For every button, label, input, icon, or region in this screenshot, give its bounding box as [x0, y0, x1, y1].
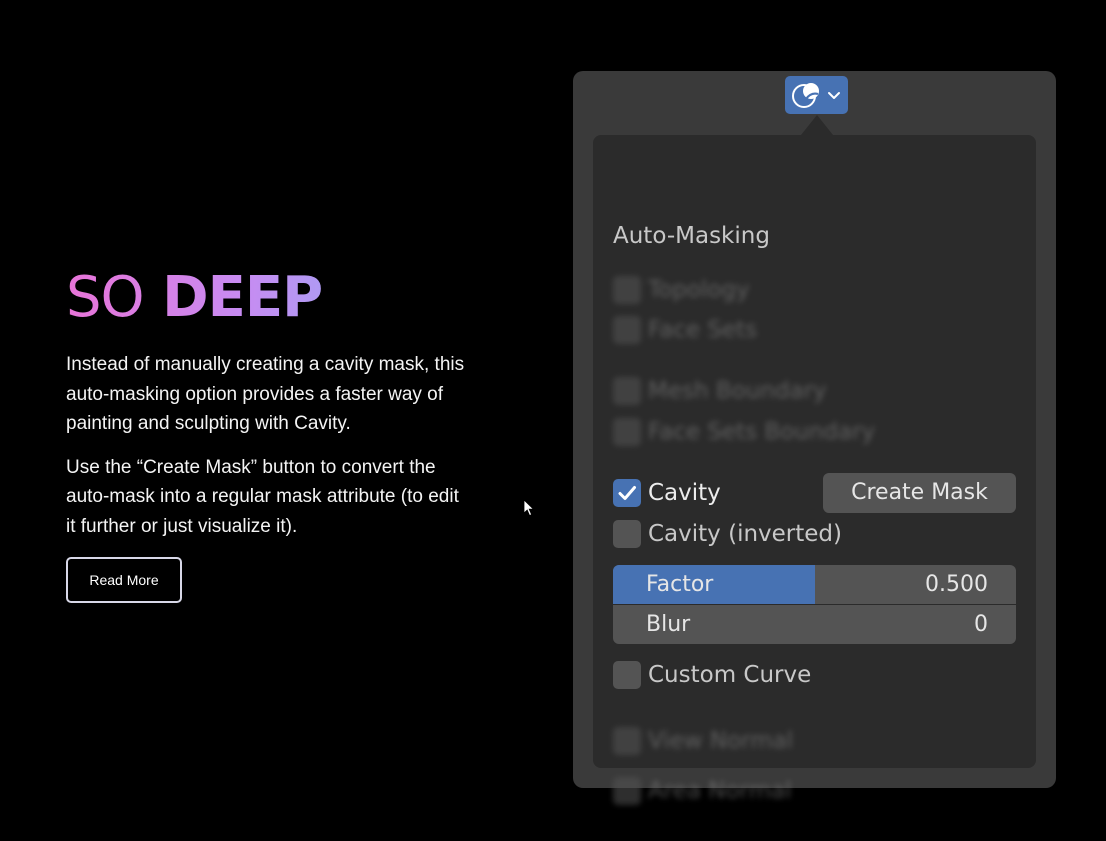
- option-cavity-inverted[interactable]: Cavity (inverted): [613, 519, 842, 549]
- popover-arrow: [801, 115, 833, 135]
- automasking-panel: Auto-Masking Topology Face Sets Mesh Bou…: [593, 135, 1036, 805]
- create-mask-button[interactable]: Create Mask: [823, 473, 1016, 513]
- cavity-inverted-checkbox[interactable]: [613, 520, 641, 548]
- factor-value: 0.500: [925, 572, 988, 597]
- option-label: Custom Curve: [648, 662, 812, 688]
- blur-value: 0: [974, 612, 988, 637]
- read-more-button[interactable]: Read More: [66, 557, 182, 603]
- blur-label: Blur: [646, 612, 691, 637]
- factor-slider-fill: [613, 565, 815, 604]
- option-custom-curve[interactable]: Custom Curve: [613, 660, 811, 690]
- cavity-checkbox[interactable]: [613, 479, 641, 507]
- option-label: Cavity (inverted): [648, 521, 842, 547]
- option-cavity[interactable]: Cavity: [613, 478, 721, 508]
- chevron-down-icon: [828, 92, 840, 99]
- option-label: Mesh Boundary: [648, 378, 827, 404]
- topology-checkbox[interactable]: [613, 276, 641, 304]
- automasking-popover: Auto-Masking Topology Face Sets Mesh Bou…: [573, 71, 1056, 805]
- blur-field[interactable]: Blur 0: [613, 605, 1016, 644]
- option-label: Face Sets: [648, 317, 758, 343]
- area-normal-checkbox[interactable]: [613, 777, 641, 805]
- view-normal-checkbox[interactable]: [613, 727, 641, 755]
- option-topology[interactable]: Topology: [613, 275, 750, 305]
- automasking-dropdown-button[interactable]: [785, 76, 848, 114]
- option-label: Area Normal: [648, 778, 792, 804]
- custom-curve-checkbox[interactable]: [613, 661, 641, 689]
- page: SO DEEP Instead of manually creating a c…: [0, 0, 1106, 841]
- option-mesh-boundary[interactable]: Mesh Boundary: [613, 376, 827, 406]
- headline-light: SO: [66, 265, 144, 330]
- automasking-icon: [792, 83, 840, 108]
- description-paragraph-2: Use the “Create Mask” button to convert …: [66, 456, 459, 537]
- option-label: View Normal: [648, 728, 794, 754]
- option-face-sets-boundary[interactable]: Face Sets Boundary: [613, 417, 875, 447]
- option-label: Topology: [648, 277, 750, 303]
- face-sets-boundary-checkbox[interactable]: [613, 418, 641, 446]
- mesh-boundary-checkbox[interactable]: [613, 377, 641, 405]
- checkmark-icon: [618, 486, 636, 500]
- option-area-normal[interactable]: Area Normal: [613, 776, 791, 806]
- description-paragraph-1: Instead of manually creating a cavity ma…: [66, 354, 465, 434]
- panel-title: Auto-Masking: [613, 223, 770, 249]
- face-sets-checkbox[interactable]: [613, 316, 641, 344]
- option-view-normal[interactable]: View Normal: [613, 726, 793, 756]
- factor-label: Factor: [646, 572, 714, 597]
- option-label: Face Sets Boundary: [648, 419, 876, 445]
- option-face-sets[interactable]: Face Sets: [613, 315, 757, 345]
- option-label: Cavity: [648, 480, 721, 506]
- headline-bold: DEEP: [162, 265, 323, 330]
- factor-slider[interactable]: Factor 0.500: [613, 565, 1016, 604]
- mouse-cursor-icon: [523, 499, 535, 517]
- headline: SO DEEP: [66, 264, 466, 332]
- hero-section: SO DEEP Instead of manually creating a c…: [66, 264, 466, 603]
